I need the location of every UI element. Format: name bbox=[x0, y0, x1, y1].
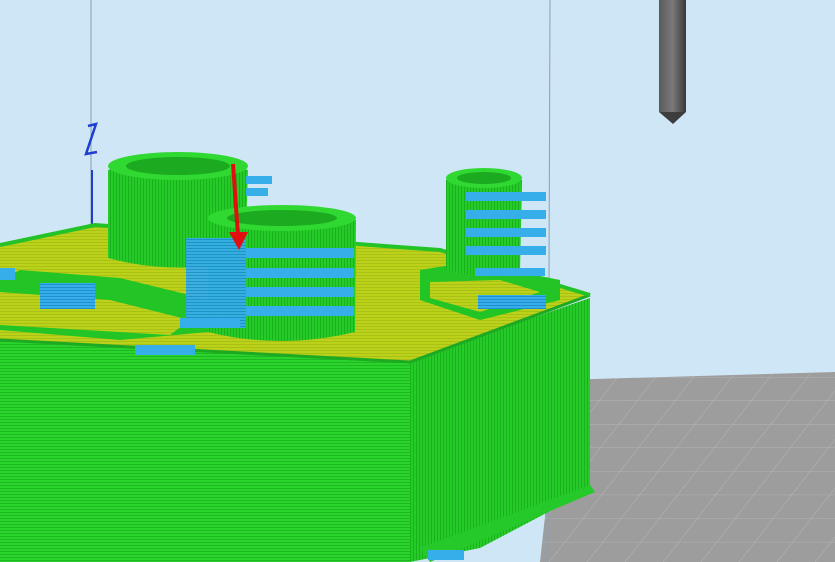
scene-canvas[interactable] bbox=[0, 0, 835, 562]
cylinder-right bbox=[446, 168, 522, 277]
gcode-preview-viewport[interactable] bbox=[0, 0, 835, 562]
nozzle bbox=[659, 0, 686, 124]
